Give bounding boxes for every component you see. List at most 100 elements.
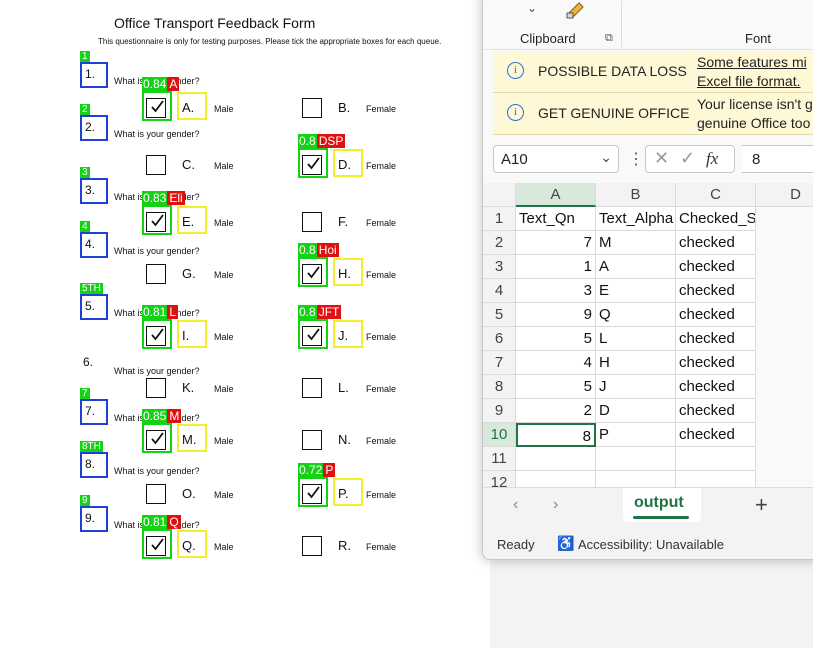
column-header[interactable]: D [756,183,813,207]
active-tab-underline [633,516,689,519]
grid-cell[interactable]: 8 [516,423,596,447]
option-label: Male [214,270,234,280]
option-label: Male [214,490,234,500]
grid-cell[interactable]: 7 [516,231,596,255]
grid-cell[interactable]: 2 [516,399,596,423]
confidence-label: 0.8 JFT [298,305,342,319]
option-label: Male [214,542,234,552]
confidence-label: 0.72 P [298,463,336,477]
message-text-line2[interactable]: Excel file format. [697,73,800,89]
grid-cell[interactable]: checked [676,327,756,351]
grid-cell[interactable]: checked [676,303,756,327]
grid-cell[interactable]: checked [676,255,756,279]
grid-cell[interactable]: 5 [516,327,596,351]
row-header[interactable]: 11 [483,447,516,471]
detection-class: A [167,77,180,91]
grid-cell[interactable]: 9 [516,303,596,327]
grid-cell[interactable]: checked [676,423,756,447]
grid-cell[interactable]: 4 [516,351,596,375]
font-group-label: Font [745,31,772,46]
message-text-line1[interactable]: Some features mi [697,54,807,70]
message-title: POSSIBLE DATA LOSS [538,63,687,79]
option-letter: R. [338,538,351,553]
grid-cell[interactable]: Text_Qn [516,207,596,231]
select-all-corner[interactable] [483,183,516,207]
row-header[interactable]: 8 [483,375,516,399]
row-header[interactable]: 9 [483,399,516,423]
row-header[interactable]: 7 [483,351,516,375]
cancel-icon[interactable]: ✕ [654,148,669,169]
grid-cell[interactable]: A [596,255,676,279]
question-tag: 2 [80,104,90,115]
option-label: Female [366,542,397,552]
grid-cell[interactable]: Checked_Status [676,207,756,231]
chevron-down-icon[interactable]: ⌄ [527,1,537,15]
grid-cell[interactable] [596,447,676,471]
grid-cell[interactable]: checked [676,279,756,303]
grid-cell[interactable]: L [596,327,676,351]
dialog-launcher-icon[interactable]: ⧉ [605,32,613,45]
sheet-tab-label: output [634,494,684,511]
option-letter: L. [338,380,349,395]
detection-class: Q [167,515,181,529]
insert-function-icon[interactable]: fx [706,149,718,169]
row-header[interactable]: 3 [483,255,516,279]
grid-cell[interactable]: 3 [516,279,596,303]
option-letter: A. [182,100,195,115]
scroll-right-icon[interactable]: › [553,496,558,514]
row-header[interactable]: 5 [483,303,516,327]
checkbox-checked [302,326,322,346]
grid-cell[interactable]: Text_Alpha [596,207,676,231]
confidence-label: 0.8 DSP [298,134,346,148]
paste-brush-icon[interactable] [565,1,587,19]
grid-cell[interactable]: checked [676,231,756,255]
column-header[interactable]: A [516,183,596,207]
option-letter: C. [182,157,195,172]
grid-cell[interactable] [516,447,596,471]
status-ready: Ready [497,537,535,552]
row-header[interactable]: 10 [483,423,516,447]
row-header[interactable]: 1 [483,207,516,231]
grid-cell[interactable]: P [596,423,676,447]
confidence-label: 0.81 L [142,305,179,319]
grid-cell[interactable] [676,447,756,471]
grid-cell[interactable]: H [596,351,676,375]
accessibility-status[interactable]: Accessibility: Unavailable [578,537,724,552]
column-header[interactable]: C [676,183,756,207]
formula-input[interactable]: 8 [742,145,813,173]
checkbox-empty [302,430,322,450]
more-options-icon[interactable]: ⋮ [628,149,644,169]
confidence-label: 0.83 Eli [142,191,185,205]
formula-buttons: ✕ ✓ fx [645,145,735,173]
detection-class: Eli [167,191,185,205]
checkbox-empty [302,98,322,118]
enter-check-icon[interactable]: ✓ [680,148,695,169]
accessibility-icon[interactable]: ♿ [557,535,574,552]
row-header[interactable]: 4 [483,279,516,303]
sheet-tab-output[interactable]: output [623,488,701,522]
grid-cell[interactable]: D [596,399,676,423]
grid-cell[interactable]: 1 [516,255,596,279]
grid-cell[interactable]: 5 [516,375,596,399]
row-header[interactable]: 2 [483,231,516,255]
grid-cell[interactable]: checked [676,351,756,375]
grid-cell[interactable]: J [596,375,676,399]
grid-cell[interactable]: checked [676,375,756,399]
scroll-left-icon[interactable]: ‹ [513,496,518,514]
grid-cell[interactable]: Q [596,303,676,327]
message-bar-genuine-office: i GET GENUINE OFFICE Your license isn't … [493,93,813,135]
column-header[interactable]: B [596,183,676,207]
question-number: 9. [80,506,108,532]
grid-cell[interactable]: E [596,279,676,303]
option-label: Female [366,384,397,394]
message-bar-data-loss: i POSSIBLE DATA LOSS Some features mi Ex… [493,51,813,93]
question-number: 4. [80,232,108,258]
row-header[interactable]: 6 [483,327,516,351]
name-box[interactable]: A10 ⌄ [493,145,619,173]
grid-cell[interactable]: checked [676,399,756,423]
question-text: What is your gender? [114,466,200,476]
ribbon-divider [621,1,622,47]
chevron-down-icon[interactable]: ⌄ [600,149,612,166]
add-sheet-button[interactable]: + [755,492,768,518]
grid-cell[interactable]: M [596,231,676,255]
